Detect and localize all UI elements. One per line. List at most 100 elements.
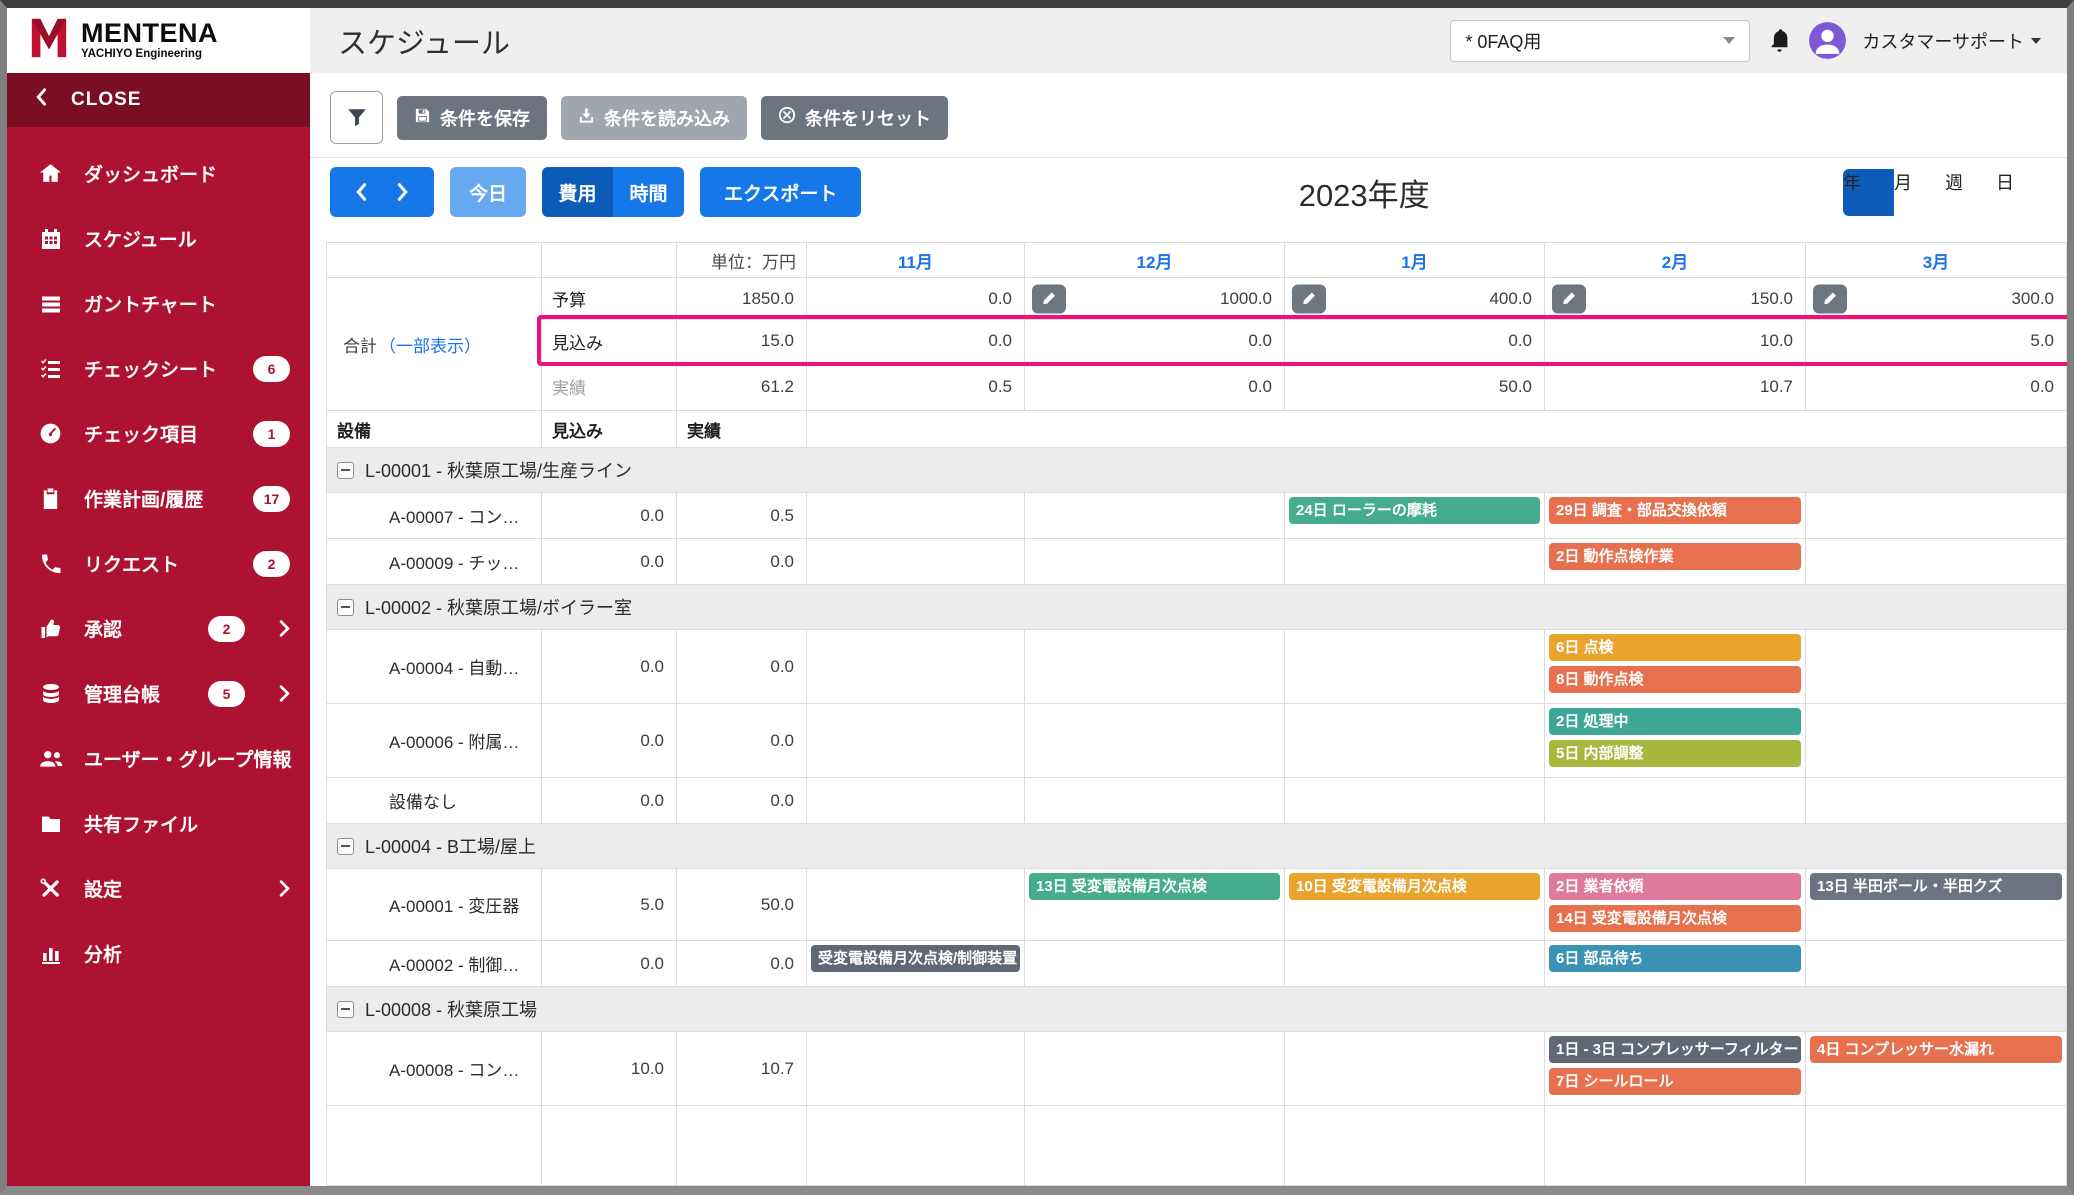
- equipment-row-a00002: A-00002 - 制御… 0.0 0.0 受変電設備月次点検/制御装置 6日 …: [326, 940, 2067, 987]
- budget-cell: 300.0: [1805, 277, 2067, 320]
- period-title: 2023年度: [1298, 177, 1430, 213]
- checklist-icon: [37, 357, 64, 381]
- sidebar-item-request[interactable]: リクエスト 2: [7, 531, 310, 596]
- sidebar-item-checksheet[interactable]: チェックシート 6: [7, 336, 310, 401]
- toggle-cost[interactable]: 費用: [542, 167, 613, 217]
- clipboard-icon: [37, 487, 64, 510]
- collapse-icon[interactable]: [337, 461, 354, 479]
- count-badge: 1: [253, 420, 290, 447]
- actual-value: 50.0: [1284, 362, 1545, 411]
- group-row-l00002[interactable]: L-00002 - 秋葉原工場/ボイラー室: [326, 584, 2067, 630]
- col-header-equipment: 設備: [326, 410, 542, 448]
- notification-bell-icon[interactable]: [1766, 27, 1793, 54]
- event-bar[interactable]: 7日 シールロール: [1549, 1068, 1801, 1095]
- event-bar[interactable]: 2日 業者依頼: [1549, 873, 1801, 900]
- schedule-grid: 単位：万円 11月 12月 1月 2月 3月 合計 （一部表示） 予算 1850.…: [326, 242, 2067, 1186]
- event-bar[interactable]: 6日 部品待ち: [1549, 945, 1801, 972]
- event-bar[interactable]: 14日 受変電設備月次点検: [1549, 905, 1801, 932]
- sidebar-item-label: リクエスト: [84, 555, 180, 576]
- event-bar[interactable]: 5日 内部調整: [1549, 740, 1801, 767]
- sidebar-item-ledger[interactable]: 管理台帳 5: [7, 661, 310, 726]
- sidebar-close-button[interactable]: CLOSE: [7, 73, 310, 127]
- toggle-time[interactable]: 時間: [613, 167, 684, 217]
- group-row-l00001[interactable]: L-00001 - 秋葉原工場/生産ライン: [326, 447, 2067, 493]
- workspace-select[interactable]: * 0FAQ用: [1450, 19, 1751, 62]
- sidebar-item-gantt[interactable]: ガントチャート: [7, 271, 310, 336]
- event-bar[interactable]: 10日 受変電設備月次点検: [1289, 873, 1540, 900]
- event-bar[interactable]: 2日 動作点検作業: [1549, 543, 1801, 570]
- equipment-row-a00009: A-00009 - チッ… 0.0 0.0 2日 動作点検作業: [326, 538, 2067, 585]
- edit-budget-button[interactable]: [1813, 284, 1847, 313]
- export-button[interactable]: エクスポート: [700, 167, 862, 217]
- sidebar-item-checkitems[interactable]: チェック項目 1: [7, 401, 310, 466]
- sidebar-item-label: 作業計画/履歴: [84, 490, 204, 511]
- user-avatar[interactable]: [1809, 22, 1847, 59]
- group-row-l00008[interactable]: L-00008 - 秋葉原工場: [326, 986, 2067, 1032]
- row-label-forecast: 見込み: [541, 319, 677, 363]
- collapse-icon[interactable]: [337, 837, 354, 855]
- event-bar[interactable]: 13日 受変電設備月次点検: [1029, 873, 1280, 900]
- sidebar-item-users-groups[interactable]: ユーザー・グループ情報: [7, 726, 310, 791]
- load-conditions-button[interactable]: 条件を読み込み: [561, 95, 747, 140]
- logo[interactable]: MENTENA YACHIYO Engineering: [7, 8, 310, 73]
- sidebar-item-settings[interactable]: 設定: [7, 856, 310, 921]
- sidebar-item-shared-files[interactable]: 共有ファイル: [7, 791, 310, 856]
- sidebar-item-dashboard[interactable]: ダッシュボード: [7, 141, 310, 206]
- view-year[interactable]: 年: [1843, 168, 1894, 216]
- user-menu[interactable]: カスタマーサポート: [1862, 28, 2041, 54]
- event-bar[interactable]: 24日 ローラーの摩耗: [1289, 497, 1540, 524]
- event-bar[interactable]: 29日 調査・部品交換依頼: [1549, 497, 1801, 524]
- sidebar-item-analytics[interactable]: 分析: [7, 921, 310, 986]
- sidebar-item-schedule[interactable]: スケジュール: [7, 206, 310, 271]
- main-content: 条件を保存 条件を読み込み 条件をリセット 今日 費用 時間 エクスポート 20…: [310, 73, 2067, 1186]
- month-header: 2月: [1544, 242, 1806, 278]
- sidebar-item-workplan[interactable]: 作業計画/履歴 17: [7, 466, 310, 531]
- forecast-value: 10.0: [541, 1031, 677, 1106]
- chevron-right-icon: [279, 620, 290, 637]
- brand-subtitle: YACHIYO Engineering: [81, 48, 202, 61]
- sidebar-item-label: 設定: [84, 880, 123, 901]
- event-bar[interactable]: 6日 点検: [1549, 634, 1801, 661]
- count-badge: 5: [208, 680, 245, 707]
- edit-budget-button[interactable]: [1292, 284, 1326, 313]
- page-title: スケジュール: [338, 27, 510, 60]
- database-icon: [37, 682, 64, 706]
- edit-budget-button[interactable]: [1032, 284, 1066, 313]
- equipment-label: A-00006 - 附属…: [326, 703, 542, 778]
- today-button[interactable]: 今日: [450, 167, 526, 217]
- event-bar[interactable]: 2日 処理中: [1549, 708, 1801, 735]
- close-label: CLOSE: [71, 89, 142, 110]
- summary-budget-row: 合計 （一部表示） 予算 1850.0 0.0 1000.0 400.0 150…: [326, 277, 2067, 411]
- unit-header: 単位：万円: [676, 242, 807, 278]
- forecast-value: 0.0: [1024, 319, 1285, 363]
- event-bar[interactable]: 受変電設備月次点検/制御装置: [811, 945, 1020, 972]
- forecast-value: 5.0: [1805, 319, 2067, 363]
- group-row-l00004[interactable]: L-00004 - B工場/屋上: [326, 823, 2067, 869]
- edit-budget-button[interactable]: [1552, 284, 1586, 313]
- event-bar[interactable]: 8日 動作点検: [1549, 666, 1801, 693]
- next-period-button[interactable]: [397, 183, 409, 201]
- sidebar-item-approval[interactable]: 承認 2: [7, 596, 310, 661]
- event-bar[interactable]: 4日 コンプレッサー水漏れ: [1810, 1036, 2062, 1063]
- save-conditions-button[interactable]: 条件を保存: [397, 95, 547, 140]
- reset-conditions-button[interactable]: 条件をリセット: [761, 95, 948, 140]
- sidebar-item-label: 管理台帳: [84, 685, 161, 706]
- sidebar-item-label: チェック項目: [84, 425, 199, 446]
- event-bar[interactable]: 1日 - 3日 コンプレッサーフィルター: [1549, 1036, 1801, 1063]
- view-day[interactable]: 日: [1996, 169, 2047, 216]
- actual-value: 50.0: [676, 868, 807, 941]
- partial-display-link[interactable]: （一部表示）: [379, 337, 481, 356]
- gantt-bars-icon: [37, 292, 64, 316]
- prev-period-button[interactable]: [355, 183, 367, 201]
- equipment-header-row: 設備 見込み 実績: [326, 410, 2067, 448]
- collapse-icon[interactable]: [337, 598, 354, 616]
- collapse-icon[interactable]: [337, 1000, 354, 1018]
- equipment-label: A-00007 - コン…: [326, 492, 542, 539]
- filter-button[interactable]: [330, 91, 383, 144]
- event-bar[interactable]: 13日 半田ボール・半田クズ: [1810, 873, 2062, 900]
- view-month[interactable]: 月: [1894, 169, 1945, 216]
- summary-actual-row: 実績 61.2 0.5 0.0 50.0 10.7 0.0: [327, 362, 2067, 411]
- equipment-label: A-00008 - コン…: [326, 1031, 542, 1106]
- view-week[interactable]: 週: [1945, 169, 1996, 216]
- forecast-value: 0.0: [541, 940, 677, 987]
